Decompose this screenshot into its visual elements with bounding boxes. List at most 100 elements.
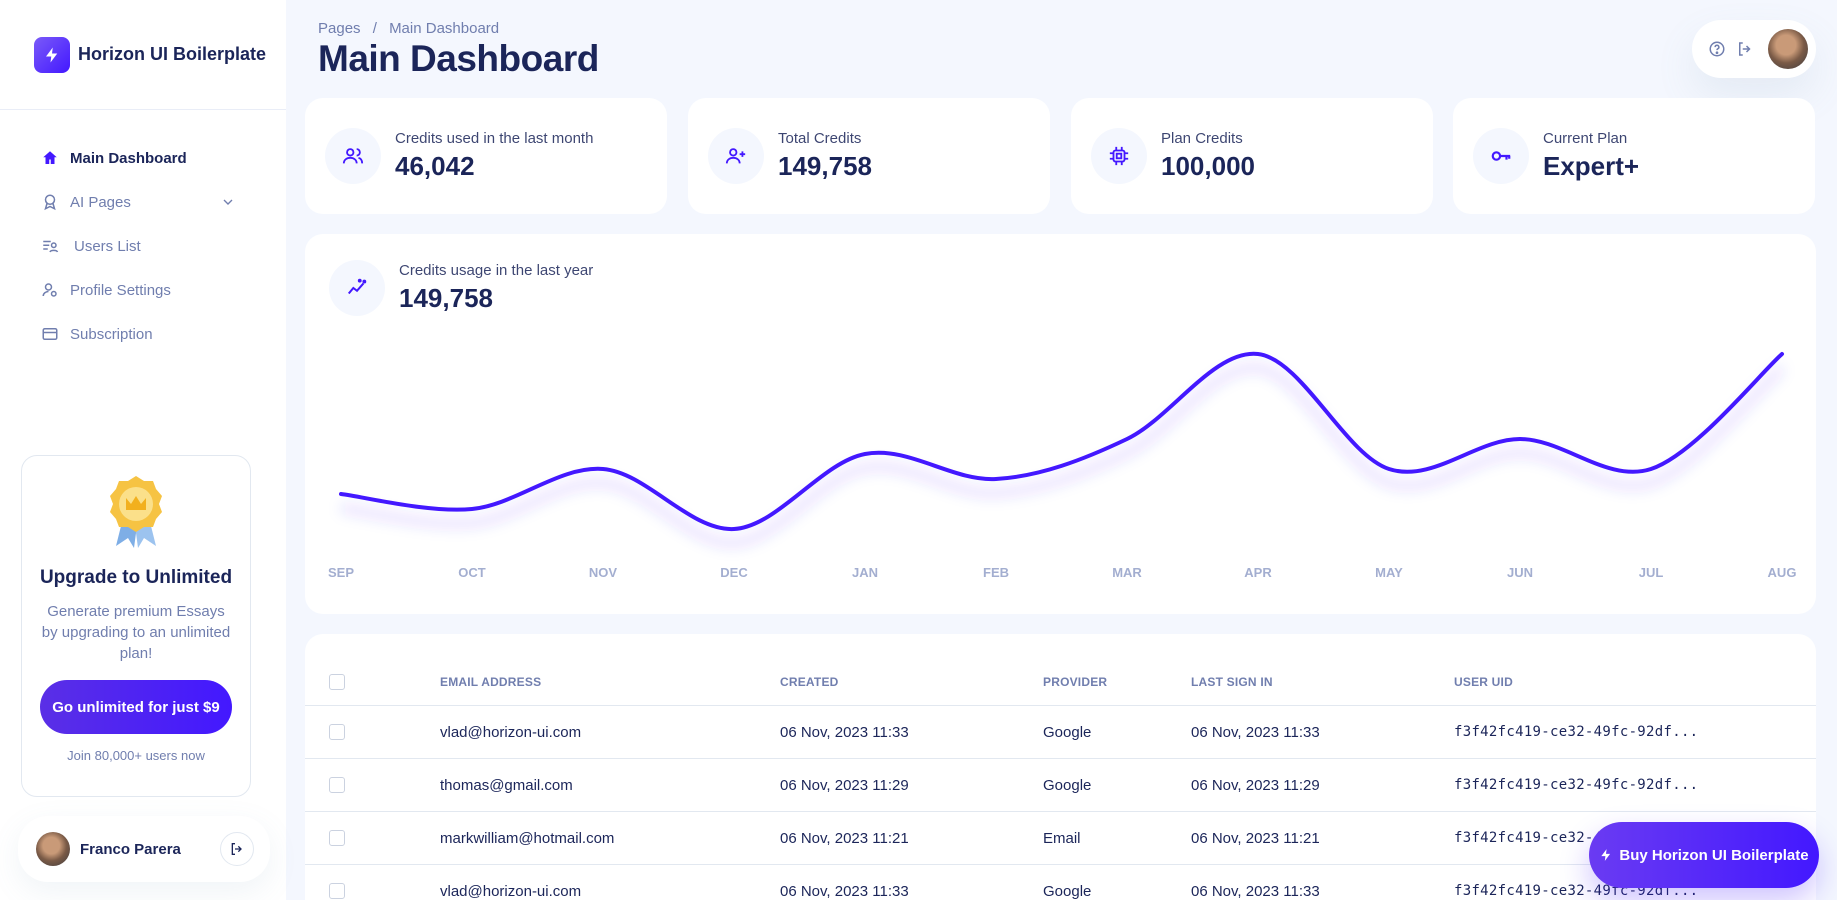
data-point-jul[interactable] [1644,462,1658,476]
help-icon[interactable] [1708,40,1726,58]
go-unlimited-button[interactable]: Go unlimited for just $9 [40,680,232,734]
cell-user-uid: f3f42fc419-ce32-49fc-92df... [1454,724,1699,740]
table-row[interactable]: vlad@horizon-ui.com 06 Nov, 2023 11:33 Goo… [305,706,1816,759]
data-point-jan[interactable] [858,447,872,461]
data-point-oct[interactable] [465,502,479,516]
cell-provider: Google [1043,882,1092,900]
stat-value: 46,042 [395,151,475,181]
stat-value: 100,000 [1161,151,1255,181]
sidebar-item-main-dashboard[interactable]: Main Dashboard [0,136,286,180]
add-user-icon [708,128,764,184]
select-all-checkbox[interactable] [329,673,345,690]
award-badge-icon [110,476,162,548]
data-point-may[interactable] [1382,462,1396,476]
sidebar-item-profile-settings[interactable]: Profile Settings [0,268,286,312]
row-checkbox[interactable] [329,883,345,899]
top-actions [1692,20,1816,78]
sidebar-item-ai-pages[interactable]: AI Pages [0,180,286,224]
buy-boilerplate-button[interactable]: Buy Horizon UI Boilerplate [1589,822,1819,888]
upgrade-footnote: Join 80,000+ users now [67,748,205,763]
bolt-icon [1601,849,1611,861]
data-point-apr[interactable] [1251,347,1265,361]
column-header-created[interactable]: CREATED [780,675,839,689]
data-point-aug[interactable] [1775,347,1789,361]
sidebar-nav: Main Dashboard AI Pages Users List Profi… [0,110,286,356]
table-header-row: EMAIL ADDRESS CREATED PROVIDER LAST SIGN… [305,658,1816,706]
sidebar: Horizon UI Boilerplate Main Dashboard AI… [0,0,286,900]
cell-last-sign-in: 06 Nov, 2023 11:33 [1191,882,1320,900]
brand[interactable]: Horizon UI Boilerplate [0,0,286,110]
chevron-down-icon[interactable] [220,194,236,210]
sidebar-item-users-list[interactable]: Users List [0,224,286,268]
upgrade-title: Upgrade to Unlimited [39,567,233,588]
avatar[interactable] [36,832,70,866]
user-card: Franco Parera [18,816,270,882]
stat-card-current-plan: Current Plan Expert+ [1453,98,1815,214]
brand-name: Horizon UI Boilerplate [78,44,267,64]
cell-user-uid: f3f42fc419-ce32-49fc-92df... [1454,777,1699,793]
sidebar-item-subscription[interactable]: Subscription [0,312,286,356]
chart-header: Credits usage in the last year 149,758 [329,260,593,316]
data-point-feb[interactable] [989,472,1003,486]
table-row[interactable]: thomas@gmail.com 06 Nov, 2023 11:29 Google… [305,759,1816,812]
stat-card-total-credits: Total Credits 149,758 [688,98,1050,214]
usage-value: 149,758 [399,283,493,313]
breadcrumb-separator: / [372,20,377,37]
table-row[interactable]: vlad@horizon-ui.com 06 Nov, 2023 11:33 Goo… [305,865,1816,900]
x-tick-label: JAN [852,565,878,580]
row-checkbox[interactable] [329,724,345,740]
header-avatar[interactable] [1768,29,1808,69]
data-point-mar[interactable] [1120,432,1134,446]
x-tick-label: JUL [1639,565,1664,580]
series-line [339,351,1784,532]
x-tick-label: AUG [1768,565,1797,580]
buy-button-label: Buy Horizon UI Boilerplate [1619,846,1809,864]
sidebar-item-label: Main Dashboard [70,149,187,167]
user-name: Franco Parera [80,840,181,858]
x-tick-label: FEB [983,565,1009,580]
users-list-icon [40,236,60,256]
column-header-last-sign-in[interactable]: LAST SIGN IN [1191,675,1273,689]
data-point-sep[interactable] [334,487,348,501]
cell-provider: Google [1043,723,1092,741]
row-checkbox[interactable] [329,830,345,846]
x-tick-label: MAY [1375,565,1403,580]
stat-value: Expert+ [1543,151,1640,181]
breadcrumb-root[interactable]: Pages [318,20,361,37]
ai-badge-icon [40,192,60,212]
sidebar-item-label: Users List [74,237,141,255]
x-tick-label: NOV [589,565,618,580]
cell-last-sign-in: 06 Nov, 2023 11:33 [1191,723,1320,741]
sidebar-item-label: Subscription [70,325,153,343]
stat-value: 149,758 [778,151,872,181]
credit-card-icon [40,324,60,344]
x-tick-label: JUN [1507,565,1533,580]
breadcrumb-current: Main Dashboard [389,20,500,37]
data-point-dec[interactable] [727,522,741,536]
upgrade-description: Generate premium Essays by upgrading to … [41,603,231,662]
user-settings-icon [40,280,60,300]
data-point-jun[interactable] [1513,432,1527,446]
column-header-provider[interactable]: PROVIDER [1043,675,1107,689]
sign-out-icon[interactable] [1736,40,1754,58]
cell-email: thomas@gmail.com [440,776,573,794]
logout-button[interactable] [220,832,254,866]
key-icon [1473,128,1529,184]
column-header-user-uid[interactable]: USER UID [1454,675,1513,689]
series-line-shadow [340,363,1785,548]
stat-card-credits-used: Credits used in the last month 46,042 [305,98,667,214]
row-checkbox[interactable] [329,777,345,793]
cell-email: vlad@horizon-ui.com [440,723,582,741]
column-header-email[interactable]: EMAIL ADDRESS [440,675,541,689]
stat-label: Plan Credits [1161,130,1243,147]
x-tick-label: DEC [720,565,748,580]
sidebar-item-label: Profile Settings [70,281,171,299]
data-point-nov[interactable] [596,462,610,476]
cell-last-sign-in: 06 Nov, 2023 11:29 [1191,776,1320,794]
cell-last-sign-in: 06 Nov, 2023 11:21 [1191,829,1320,847]
x-tick-label: SEP [328,565,354,580]
cell-created: 06 Nov, 2023 11:33 [780,723,909,741]
cell-created: 06 Nov, 2023 11:21 [780,829,909,847]
cell-created: 06 Nov, 2023 11:29 [780,776,909,794]
x-tick-label: OCT [458,565,486,580]
